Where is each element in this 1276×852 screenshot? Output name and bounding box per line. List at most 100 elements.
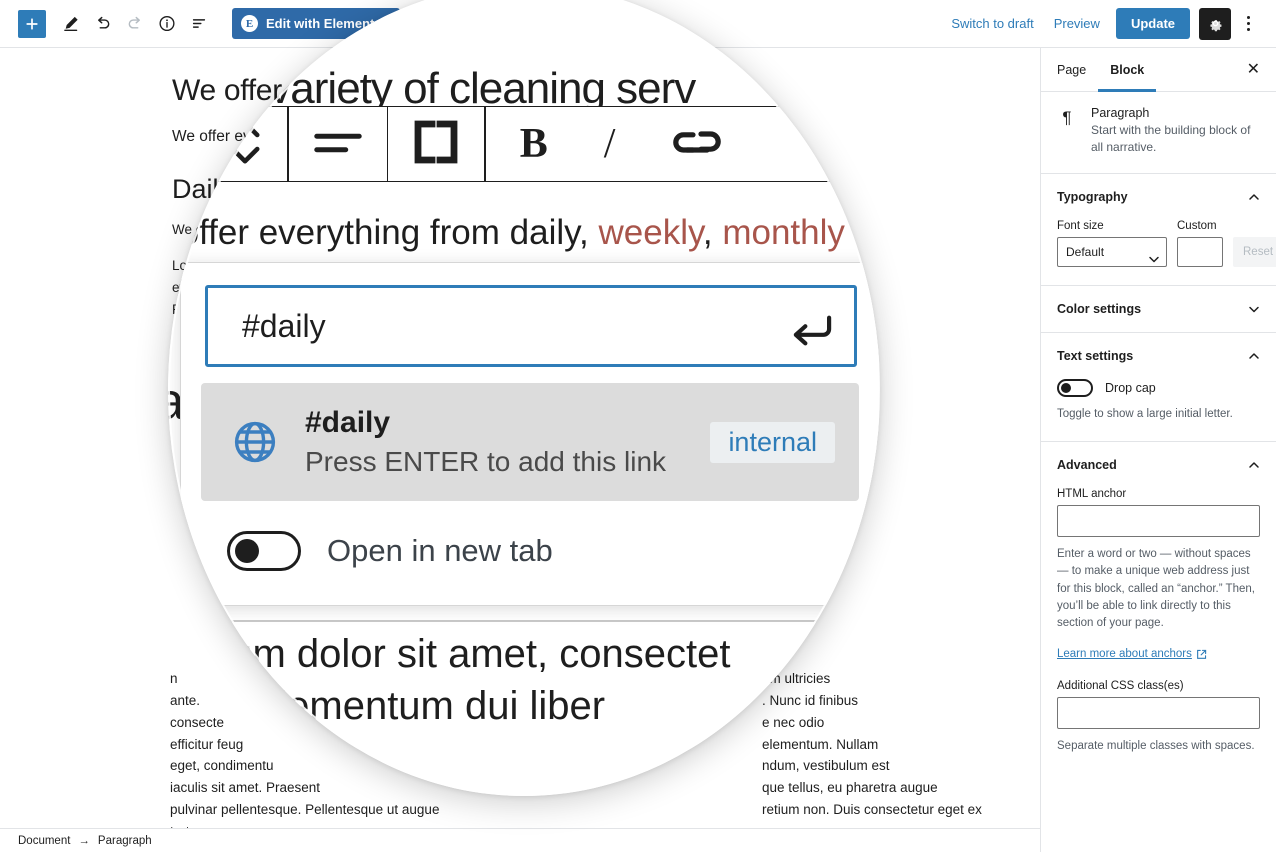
drop-cap-row[interactable]: Drop cap — [1057, 378, 1260, 397]
link-weekly[interactable]: weekly — [385, 128, 431, 145]
panel-typography-header[interactable]: Typography — [1057, 174, 1260, 220]
content-info-button[interactable] — [152, 9, 182, 39]
panel-text-settings-header[interactable]: Text settings — [1057, 333, 1260, 379]
panel-color-settings-header[interactable]: Color settings — [1057, 286, 1260, 332]
panel-text-settings: Text settings Drop cap Toggle to show a … — [1041, 333, 1276, 443]
panel-typography-title: Typography — [1057, 189, 1128, 204]
chevron-up-icon — [1249, 353, 1259, 359]
block-navigation-button[interactable] — [184, 9, 214, 39]
breadcrumb-separator-icon: → — [78, 834, 90, 847]
chevron-down-icon — [1249, 306, 1259, 313]
lorem-right-line-5: que tellus, eu pharetra augue — [762, 780, 938, 796]
panel-advanced-body: HTML anchor Enter a word or two — withou… — [1057, 488, 1260, 774]
lorem-left-line-1: ante. — [170, 692, 201, 708]
heading-daily[interactable]: Daily — [172, 174, 860, 205]
panel-advanced: Advanced HTML anchor Enter a word or two… — [1041, 442, 1276, 774]
panel-typography-body: Font size Default Custom Reset — [1057, 220, 1276, 285]
breadcrumb: Document → Paragraph — [0, 828, 1040, 852]
preview-button[interactable]: Preview — [1044, 10, 1110, 37]
block-navigation-icon — [192, 19, 206, 28]
css-classes-label: Additional CSS class(es) — [1057, 680, 1184, 693]
undo-button[interactable] — [88, 9, 118, 39]
lorem-left-line-5: iaculis sit amet. Praesent — [170, 780, 321, 796]
top-toolbar-right-group: Switch to draft Preview Update — [941, 7, 1276, 40]
lorem-left-line-2: consecte — [170, 714, 225, 730]
editor-canvas: We offer a wide variety of cleaning serv… — [0, 48, 1040, 830]
update-button[interactable]: Update — [1115, 8, 1190, 39]
heading-top[interactable]: We offer a wide variety of cleaning serv… — [172, 74, 860, 108]
status-dot-green — [855, 330, 862, 337]
font-size-field: Font size Default — [1057, 220, 1167, 267]
post-content: We offer a wide variety of cleaning serv… — [0, 48, 1040, 378]
intro-paragraph[interactable]: We offer everything from daily, weekly, … — [172, 126, 860, 148]
panel-text-settings-body: Drop cap Toggle to show a large initial … — [1057, 378, 1260, 441]
lorem-right-fragments: am ultricies . Nunc id finibus e nec odi… — [762, 668, 1032, 821]
lorem-left-line-4: eget, condimentu — [170, 758, 274, 774]
tab-block[interactable]: Block — [1098, 48, 1156, 92]
lorem-paragraph[interactable]: Lorem ipsum dolor sit amet, consectetur … — [172, 255, 860, 321]
lorem-left-line-3: efficitur feug — [170, 736, 244, 752]
fragment-tackle: o tackle — [806, 234, 853, 249]
font-size-row: Font size Default Custom Reset — [1057, 220, 1276, 267]
lorem-right-line-3: elementum. Nullam — [762, 736, 879, 752]
lorem-left-line-0: n — [170, 671, 178, 686]
custom-size-field: Custom — [1177, 220, 1223, 267]
block-title: Paragraph — [1091, 106, 1150, 120]
edit-pencil-icon — [64, 16, 78, 32]
custom-size-label: Custom — [1177, 219, 1217, 232]
lorem-left-line-6: pulvinar pellentesque. Pellentesque ut a… — [170, 802, 440, 830]
add-block-button[interactable] — [18, 9, 46, 38]
tab-page[interactable]: Page — [1045, 48, 1098, 92]
html-anchor-help: Enter a word or two — without spaces — t… — [1057, 548, 1255, 630]
redo-icon — [128, 16, 140, 29]
css-classes-input[interactable] — [1057, 697, 1260, 730]
editor-top-toolbar: E Edit with Elementor Switch to draft Pr… — [0, 0, 1276, 48]
more-options-button[interactable] — [1234, 8, 1262, 40]
external-link-icon — [1196, 649, 1207, 659]
learn-more-label: Learn more about anchors — [1057, 648, 1192, 661]
redo-button[interactable] — [120, 9, 150, 39]
close-sidebar-button[interactable]: ✕ — [1241, 56, 1266, 84]
intro-comma: , — [431, 128, 440, 145]
lorem-left-fragments: n ante. consecte efficitur feug eget, co… — [170, 668, 470, 830]
plus-icon — [26, 17, 38, 30]
sidebar-tabs: Page Block ✕ — [1041, 48, 1276, 92]
chevron-up-icon — [1249, 194, 1259, 200]
panel-advanced-header[interactable]: Advanced — [1057, 442, 1260, 488]
html-anchor-label: HTML anchor — [1057, 488, 1127, 501]
reset-font-size-button[interactable]: Reset — [1233, 236, 1276, 267]
kebab-menu-icon — [1246, 16, 1250, 31]
tools-pencil-button[interactable] — [56, 9, 86, 39]
switch-to-draft-button[interactable]: Switch to draft — [941, 10, 1043, 37]
top-toolbar-left-group: E Edit with Elementor — [0, 8, 401, 39]
block-info-card: ¶ Paragraph Start with the building bloc… — [1041, 92, 1276, 174]
edit-with-elementor-button[interactable]: E Edit with Elementor — [232, 8, 401, 39]
link-monthly[interactable]: monthly — [440, 128, 494, 145]
block-info-text: Paragraph Start with the building block … — [1091, 106, 1260, 157]
lorem-right-line-1: . Nunc id finibus — [762, 692, 859, 708]
html-anchor-input[interactable] — [1057, 505, 1260, 538]
lorem-right-line-6: retium non. Duis consectetur eget ex — [762, 802, 982, 818]
settings-sidebar: Page Block ✕ ¶ Paragraph Start with the … — [1040, 48, 1276, 852]
drop-cap-toggle[interactable] — [1057, 378, 1093, 397]
font-size-select[interactable]: Default — [1057, 236, 1167, 267]
intro-text-before: We offer everything from daily, — [172, 128, 385, 145]
breadcrumb-document[interactable]: Document — [18, 835, 70, 847]
paragraph-icon: ¶ — [1062, 108, 1072, 127]
fragment-s: s — [856, 500, 862, 514]
breadcrumb-block[interactable]: Paragraph — [98, 835, 152, 847]
daily-body-paragraph[interactable]: We offer everything you need to keep you… — [172, 219, 860, 241]
panel-color-settings-title: Color settings — [1057, 301, 1142, 316]
learn-more-about-anchors-link[interactable]: Learn more about anchors — [1057, 648, 1207, 660]
panel-text-settings-title: Text settings — [1057, 348, 1134, 363]
panel-color-settings: Color settings — [1041, 286, 1276, 333]
status-dot-orange — [855, 266, 862, 273]
lorem-right-line-2: e nec odio — [762, 714, 825, 730]
settings-button[interactable] — [1199, 7, 1231, 40]
custom-size-input[interactable] — [1177, 236, 1223, 267]
gear-icon — [1209, 20, 1221, 32]
heading-weekly[interactable]: Weekly — [172, 347, 860, 378]
panel-advanced-title: Advanced — [1057, 458, 1117, 473]
info-icon — [159, 15, 175, 32]
